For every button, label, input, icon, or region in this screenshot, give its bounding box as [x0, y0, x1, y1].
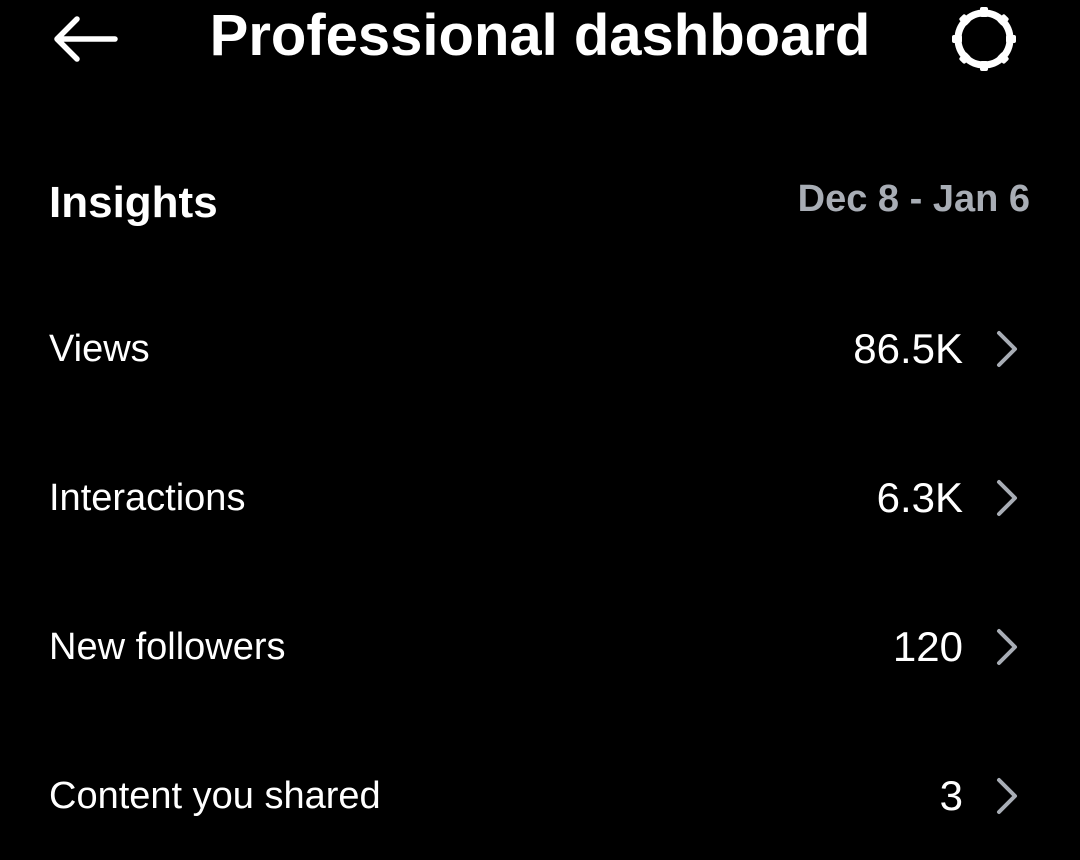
metric-value: 120	[892, 623, 963, 670]
settings-button[interactable]	[942, 2, 1026, 76]
date-range[interactable]: Dec 8 - Jan 6	[798, 165, 1030, 233]
metric-label: Views	[49, 328, 150, 370]
arrow-left-icon	[54, 16, 118, 62]
metric-label: Interactions	[49, 477, 246, 519]
insights-title: Insights	[49, 178, 218, 227]
chevron-right-icon	[997, 331, 1017, 367]
gear-icon	[952, 7, 1016, 71]
chevron-right-icon	[997, 778, 1017, 814]
metric-value: 6.3K	[876, 474, 963, 521]
metric-label: Content you shared	[49, 775, 381, 817]
metric-value: 3	[939, 772, 963, 819]
metric-label: New followers	[49, 626, 286, 668]
metric-row-new-followers[interactable]: New followers 120	[0, 592, 1080, 702]
insights-header: Insights Dec 8 - Jan 6	[0, 165, 1080, 241]
metric-row-content-shared[interactable]: Content you shared 3	[0, 741, 1080, 851]
chevron-right-icon	[997, 480, 1017, 516]
chevron-right-icon	[997, 629, 1017, 665]
metric-row-views[interactable]: Views 86.5K	[0, 294, 1080, 404]
page-title: Professional dashboard	[209, 3, 871, 68]
back-button[interactable]	[40, 4, 126, 74]
metric-value: 86.5K	[853, 325, 963, 372]
top-app-bar: Professional dashboard	[0, 0, 1080, 80]
metric-row-interactions[interactable]: Interactions 6.3K	[0, 443, 1080, 553]
